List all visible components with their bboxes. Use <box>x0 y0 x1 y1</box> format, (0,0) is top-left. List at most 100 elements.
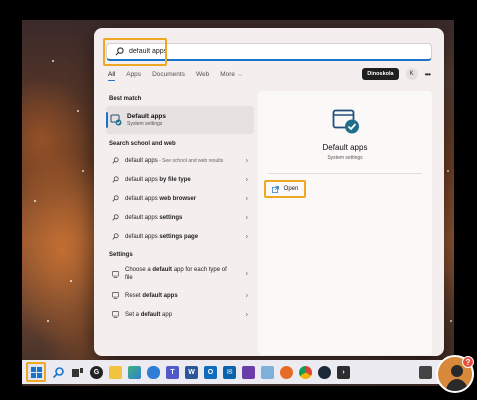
default-apps-large-icon <box>332 109 359 134</box>
github-icon[interactable]: G <box>90 365 103 379</box>
best-match-heading: Best match <box>109 96 142 102</box>
chevron-right-icon: › <box>245 157 248 164</box>
search-icon <box>112 233 119 240</box>
chevron-right-icon: › <box>245 292 248 299</box>
best-match-item[interactable]: Default apps System settings <box>106 106 254 134</box>
settings-item-before: Choose a <box>125 267 153 273</box>
search-icon <box>112 176 119 183</box>
search-icon <box>112 195 119 202</box>
teams-icon[interactable]: T <box>166 365 179 379</box>
settings-item-after: app <box>160 311 173 318</box>
windows-start-icon <box>30 366 42 378</box>
mail-icon[interactable]: ✉ <box>223 365 236 379</box>
web-result-item[interactable]: default apps - See school and web result… <box>106 151 254 170</box>
avatar[interactable]: K <box>405 68 418 80</box>
web-result-prefix: default apps <box>125 157 158 164</box>
preview-subtitle: System settings <box>327 155 363 161</box>
tab-more-label: More <box>220 71 235 78</box>
photos-icon[interactable] <box>261 365 274 379</box>
web-result-suffix: - See school and web results <box>157 157 224 164</box>
pen-icon[interactable] <box>419 365 432 379</box>
settings-item[interactable]: Set a default app › <box>106 305 254 324</box>
firefox-icon[interactable] <box>280 365 293 379</box>
open-button[interactable]: Open <box>264 180 306 198</box>
help-icon: ? <box>462 356 474 368</box>
account-area: Dinoskola K ••• <box>362 68 431 80</box>
tab-more[interactable]: More ⌵ <box>220 71 242 81</box>
web-result-prefix: default apps <box>125 176 160 183</box>
screen: All Apps Documents Web More ⌵ Dinoskola … <box>0 0 477 400</box>
remote-desktop-icon[interactable] <box>242 365 255 379</box>
search-panel: All Apps Documents Web More ⌵ Dinoskola … <box>94 28 444 356</box>
search-input[interactable] <box>129 48 409 55</box>
tab-apps[interactable]: Apps <box>126 71 141 81</box>
word-icon[interactable]: W <box>185 365 198 379</box>
chevron-right-icon: › <box>245 311 248 318</box>
settings-item-text: Set a default app <box>125 311 233 319</box>
set-default-icon <box>112 311 119 318</box>
onedrive-icon[interactable] <box>147 365 160 379</box>
maps-icon[interactable] <box>128 365 141 379</box>
settings-item-text: Choose a default app for each type of fi… <box>125 266 233 282</box>
web-result-text: default apps settings page <box>125 233 233 241</box>
web-result-prefix: default apps <box>125 233 160 240</box>
search-box[interactable] <box>103 38 432 66</box>
preview-title: Default apps <box>322 143 368 152</box>
best-match-title: Default apps <box>127 113 167 120</box>
steam-icon[interactable] <box>318 365 331 379</box>
chevron-right-icon: › <box>245 270 248 278</box>
web-result-prefix: default apps <box>125 195 160 202</box>
filter-tabs: All Apps Documents Web More ⌵ <box>108 71 242 81</box>
chevron-right-icon: › <box>245 233 248 240</box>
chevron-right-icon: › <box>245 214 248 221</box>
task-view-icon[interactable] <box>71 366 84 379</box>
preview-pane: Default apps System settings Open <box>258 91 432 355</box>
search-icon <box>115 47 124 56</box>
more-options-icon[interactable]: ••• <box>425 70 431 79</box>
settings-item-text: Reset default apps <box>125 292 233 300</box>
results-list: Best match Default apps System settings … <box>106 92 256 324</box>
org-badge[interactable]: Dinoskola <box>362 68 399 80</box>
outlook-icon[interactable]: O <box>204 365 217 379</box>
chevron-right-icon: › <box>245 176 248 183</box>
web-result-item[interactable]: default apps settings page › <box>106 227 254 246</box>
chrome-icon[interactable] <box>299 365 312 379</box>
settings-item[interactable]: Reset default apps › <box>106 286 254 305</box>
open-external-icon <box>271 185 279 193</box>
web-result-text: default apps - See school and web result… <box>125 157 233 165</box>
web-result-item[interactable]: default apps by file type › <box>106 170 254 189</box>
file-types-icon <box>112 270 119 278</box>
terminal-icon[interactable]: › <box>337 365 350 379</box>
tab-documents[interactable]: Documents <box>152 71 185 81</box>
web-result-bold: by file type <box>159 176 191 183</box>
settings-item-before: Reset <box>125 292 143 299</box>
settings-heading: Settings <box>109 252 133 258</box>
web-result-item[interactable]: default apps settings › <box>106 208 254 227</box>
default-apps-icon <box>110 114 122 126</box>
chevron-down-icon: ⌵ <box>237 72 243 78</box>
web-result-item[interactable]: default apps web browser › <box>106 189 254 208</box>
best-match-subtitle: System settings <box>127 121 163 127</box>
settings-item-bold: default <box>152 267 173 273</box>
chevron-right-icon: › <box>245 195 248 202</box>
taskbar: G T W O ✉ › <box>22 360 454 384</box>
web-result-bold: settings <box>159 214 183 221</box>
search-icon <box>112 214 119 221</box>
divider <box>268 173 422 174</box>
search-web-heading: Search school and web <box>109 141 176 147</box>
settings-item-before: Set a <box>125 311 141 318</box>
web-result-text: default apps web browser <box>125 195 233 203</box>
settings-item-bold: default apps <box>142 292 178 299</box>
tab-all[interactable]: All <box>108 71 116 81</box>
file-explorer-icon[interactable] <box>109 365 122 379</box>
search-icon[interactable] <box>52 366 65 379</box>
web-result-prefix: default apps <box>125 214 160 221</box>
settings-item[interactable]: Choose a default app for each type of fi… <box>106 262 254 286</box>
web-result-bold: web browser <box>159 195 197 202</box>
reset-icon <box>112 292 119 299</box>
web-result-bold: settings page <box>159 233 199 240</box>
web-result-text: default apps settings <box>125 214 233 222</box>
start-button[interactable] <box>26 362 46 382</box>
tab-web[interactable]: Web <box>196 71 209 81</box>
open-label: Open <box>283 186 299 192</box>
